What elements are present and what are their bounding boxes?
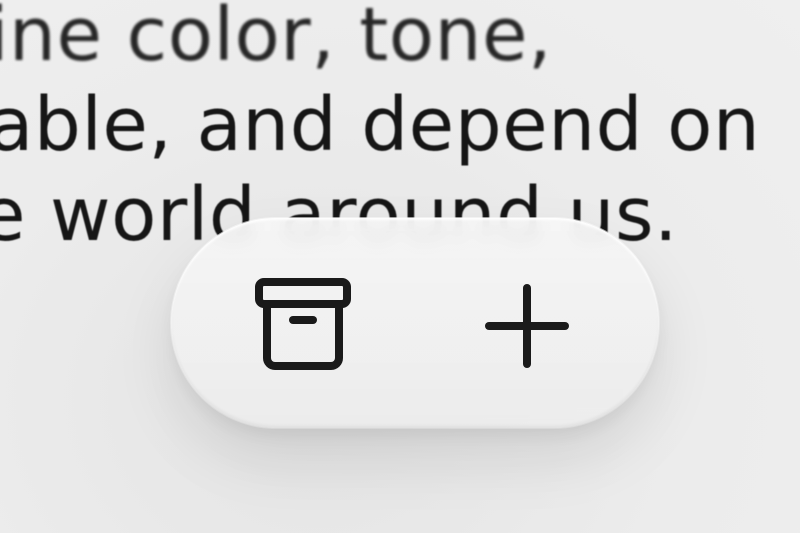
add-button[interactable] (479, 278, 575, 374)
paragraph-line-2: able, and depend on (0, 82, 761, 168)
floating-toolbar (171, 218, 659, 428)
paragraph-line-1: ine color, tone, (0, 0, 553, 78)
archive-button[interactable] (255, 278, 351, 374)
plus-icon (485, 284, 569, 368)
archive-box-icon (255, 278, 351, 370)
